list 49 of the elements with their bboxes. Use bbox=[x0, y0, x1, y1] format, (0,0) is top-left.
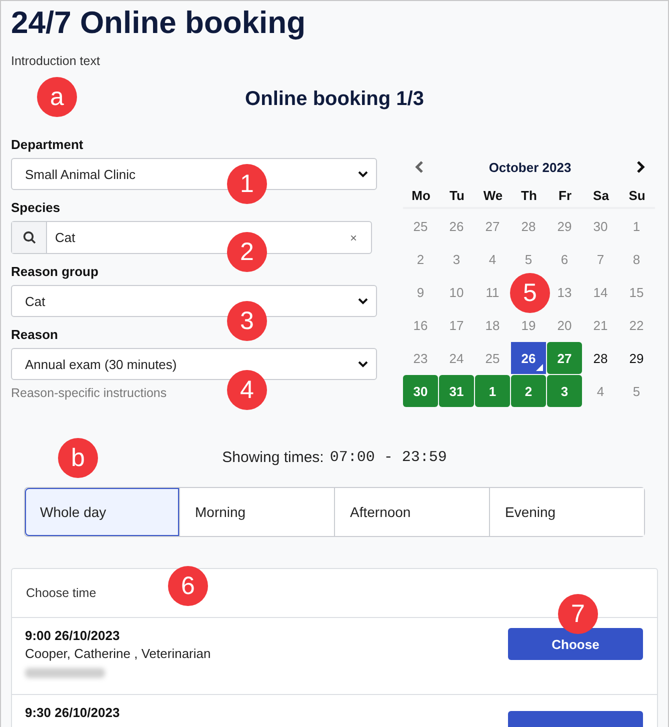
field-label: Reason bbox=[11, 327, 59, 342]
intro-text: Introduction text bbox=[11, 54, 101, 68]
calendar-day[interactable]: 27 bbox=[547, 342, 582, 374]
weekday-header: Fr bbox=[547, 183, 583, 209]
calendar-day[interactable]: 31 bbox=[439, 375, 474, 407]
time-range-text: 07:00 - 23:59 bbox=[330, 449, 447, 466]
field-label: Reason group bbox=[11, 264, 100, 279]
corner-icon bbox=[536, 364, 543, 371]
annotation-marker: a bbox=[37, 77, 77, 117]
calendar-day[interactable]: 1 bbox=[475, 375, 510, 407]
calendar-day[interactable]: 2 bbox=[511, 375, 546, 407]
previous-month-button[interactable] bbox=[415, 161, 424, 173]
period-tab[interactable]: Evening bbox=[489, 488, 644, 536]
calendar-day[interactable]: 29 bbox=[619, 342, 654, 374]
calendar-day[interactable]: 30 bbox=[403, 375, 438, 407]
annotation-marker: 3 bbox=[227, 301, 267, 341]
annotation-marker: 4 bbox=[227, 370, 267, 410]
annotation-marker: 2 bbox=[227, 232, 267, 272]
search-icon bbox=[22, 231, 36, 244]
showing-times-label: Showing times: bbox=[222, 449, 324, 466]
annotation-marker: b bbox=[58, 438, 98, 478]
weekday-header: Mo bbox=[403, 183, 439, 209]
chevron-down-icon bbox=[358, 360, 368, 368]
slot-time: 9:00 26/10/2023 bbox=[25, 628, 121, 643]
period-tab[interactable]: Whole day bbox=[25, 488, 179, 536]
annotation-marker: 5 bbox=[510, 273, 550, 313]
weekday-header: We bbox=[475, 183, 511, 209]
slot-time: 9:30 26/10/2023 bbox=[25, 705, 120, 720]
choose-button[interactable]: Choose bbox=[508, 628, 643, 660]
calendar-day[interactable]: 26 bbox=[511, 342, 546, 374]
chevron-down-icon bbox=[358, 298, 368, 304]
calendar-day[interactable]: 3 bbox=[547, 375, 582, 407]
field-label: Species bbox=[11, 200, 62, 215]
next-month-button[interactable] bbox=[636, 161, 645, 173]
month-title: October 2023 bbox=[488, 160, 572, 174]
field-label: Department bbox=[11, 137, 84, 152]
calendar-day[interactable]: 28 bbox=[583, 342, 618, 374]
staff-text: Cooper, Catherine , Veterinarian bbox=[25, 646, 211, 661]
page-title: 24/7 Online booking bbox=[11, 5, 307, 41]
step-title: Online booking 1/3 bbox=[245, 88, 424, 111]
annotation-marker: 1 bbox=[227, 164, 267, 204]
instructions-text: Reason-specific instructions bbox=[11, 386, 167, 400]
weekday-header: Tu bbox=[439, 183, 475, 209]
select-field[interactable]: Annual exam (30 minutes) bbox=[11, 348, 377, 380]
weekday-header: Su bbox=[619, 183, 655, 209]
clear-button[interactable]: × bbox=[350, 230, 371, 244]
weekday-header: Th bbox=[511, 183, 547, 209]
chevron-down-icon bbox=[358, 170, 368, 178]
weekday-header: Sa bbox=[583, 183, 619, 209]
